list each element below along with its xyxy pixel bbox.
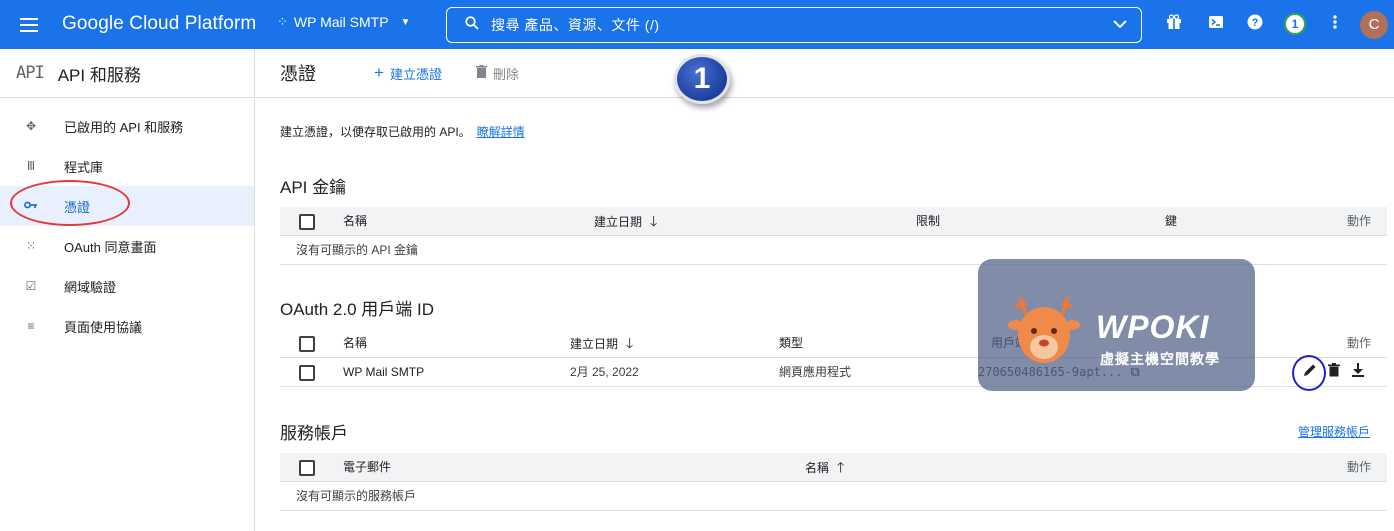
header-created[interactable]: 建立日期 🡓 (594, 207, 657, 237)
header-email[interactable]: 電子郵件 (343, 453, 391, 482)
api-keys-title: API 金鑰 (280, 178, 347, 197)
manage-service-accounts-link[interactable]: 管理服務帳戶 (1298, 423, 1370, 440)
table-header-row: 名稱 建立日期 🡓 限制 鍵 動作 (280, 207, 1387, 236)
brand-title[interactable]: Google Cloud Platform (62, 13, 256, 35)
header-created-label: 建立日期 (570, 337, 619, 351)
download-icon[interactable] (1349, 363, 1367, 380)
api-diamond-icon: ✥ (25, 119, 37, 133)
search-icon (465, 16, 479, 34)
header-actions: 動作 (1346, 336, 1371, 350)
domain-check-icon: ☑ (25, 279, 37, 293)
select-all-checkbox[interactable] (299, 214, 315, 230)
header-type[interactable]: 類型 (779, 329, 803, 358)
plus-icon: + (374, 63, 384, 82)
create-credentials-label: 建立憑證 (389, 66, 442, 82)
select-all-checkbox[interactable] (299, 336, 315, 352)
table-header-row: 電子郵件 名稱 🡑 動作 (280, 453, 1387, 482)
header-name[interactable]: 名稱 (343, 329, 367, 358)
header-actions: 動作 (1346, 460, 1371, 474)
header-restrictions[interactable]: 限制 (916, 207, 940, 236)
api-logo-icon: API (16, 63, 45, 83)
header-actions: 動作 (1346, 214, 1371, 228)
delete-button[interactable]: 刪除 (475, 64, 519, 83)
create-credentials-button[interactable]: + 建立憑證 (374, 63, 442, 83)
step-number-badge: 1 (674, 54, 730, 104)
sidebar-item-label: 頁面使用協議 (64, 319, 143, 335)
avatar[interactable]: C (1360, 11, 1388, 39)
service-accounts-title: 服務帳戶 (280, 424, 348, 443)
help-icon[interactable]: ? (1245, 14, 1265, 34)
api-keys-table: 名稱 建立日期 🡓 限制 鍵 動作 沒有可顯示的 API 金鑰 (280, 207, 1387, 265)
header-created-label: 建立日期 (594, 215, 643, 229)
settings-list-icon: ≡ (27, 319, 35, 333)
learn-more-link[interactable]: 瞭解詳情 (477, 125, 525, 139)
intro-text: 建立憑證，以便存取已啟用的 API。 瞭解詳情 (280, 123, 525, 140)
highlight-circle-annotation (1292, 355, 1326, 391)
sidebar-item-library[interactable]: Ⅲ 程式庫 (0, 146, 254, 186)
trash-icon (475, 65, 487, 81)
sidebar-item-page-usage-agreements[interactable]: ≡ 頁面使用協議 (0, 306, 254, 346)
page-title: 憑證 (280, 64, 316, 84)
project-name: WP Mail SMTP (293, 14, 389, 30)
header-name[interactable]: 名稱 (343, 207, 367, 236)
delete-trash-icon[interactable] (1325, 363, 1343, 380)
sidebar-item-oauth-consent[interactable]: ⁙ OAuth 同意畫面 (0, 226, 254, 266)
sidebar-item-label: OAuth 同意畫面 (64, 239, 157, 255)
empty-row: 沒有可顯示的服務帳戶 (280, 482, 1387, 511)
page-header: 憑證 + 建立憑證 刪除 (256, 49, 1394, 98)
search-placeholder: 搜尋 產品、資源、文件 (/) (491, 17, 660, 33)
header-name-label: 名稱 (805, 461, 830, 475)
arrow-down-icon: 🡓 (650, 213, 658, 229)
notifications-badge[interactable]: 1 (1284, 13, 1306, 35)
row-checkbox[interactable] (299, 365, 315, 381)
search-expand-chevron-icon[interactable] (1113, 16, 1127, 32)
delete-label: 刪除 (492, 66, 519, 82)
watermark-subtitle: 虛擬主機空間教學 (1100, 351, 1220, 367)
sidebar-header: API API 和服務 (0, 49, 254, 98)
more-vert-icon[interactable] (1325, 14, 1345, 34)
highlight-oval-annotation (10, 180, 130, 226)
deer-mascot-icon (1008, 296, 1080, 363)
svg-text:?: ? (1252, 17, 1259, 29)
project-selector[interactable]: ⁘ WP Mail SMTP ▼ (277, 14, 410, 30)
sidebar-item-enabled-apis[interactable]: ✥ 已啟用的 API 和服務 (0, 106, 254, 146)
project-dots-icon: ⁘ (277, 14, 288, 29)
sidebar-title: API 和服務 (57, 65, 141, 85)
oauth-title: OAuth 2.0 用戶端 ID (280, 300, 434, 319)
select-all-checkbox[interactable] (299, 460, 315, 476)
hamburger-menu-icon[interactable] (14, 12, 44, 38)
sidebar-item-label: 程式庫 (64, 159, 104, 175)
watermark-logo: WPOKI 虛擬主機空間教學 (978, 259, 1255, 391)
intro-description: 建立憑證，以便存取已啟用的 API。 (280, 125, 471, 139)
header-key[interactable]: 鍵 (1165, 207, 1177, 236)
header-name[interactable]: 名稱 🡑 (805, 453, 844, 483)
sidebar: API API 和服務 ✥ 已啟用的 API 和服務 Ⅲ 程式庫 憑證 ⁙ OA… (0, 49, 255, 531)
chevron-down-icon: ▼ (400, 16, 411, 28)
top-app-bar: Google Cloud Platform ⁘ WP Mail SMTP ▼ 搜… (0, 0, 1394, 49)
client-name[interactable]: WP Mail SMTP (343, 358, 424, 387)
sidebar-item-label: 已啟用的 API 和服務 (64, 119, 184, 135)
client-created-date: 2月 25, 2022 (570, 365, 639, 379)
sidebar-item-domain-verification[interactable]: ☑ 網域驗證 (0, 266, 254, 306)
oauth-dots-icon: ⁙ (25, 239, 37, 253)
arrow-up-icon: 🡑 (837, 459, 845, 475)
sidebar-item-label: 網域驗證 (64, 279, 117, 295)
empty-message: 沒有可顯示的 API 金鑰 (296, 243, 419, 257)
library-icon: Ⅲ (26, 159, 36, 173)
service-accounts-table: 電子郵件 名稱 🡑 動作 沒有可顯示的服務帳戶 (280, 453, 1387, 511)
gift-icon[interactable] (1164, 14, 1184, 34)
watermark-title: WPOKI (1096, 309, 1210, 345)
header-created[interactable]: 建立日期 🡓 (570, 329, 633, 359)
client-type: 網頁應用程式 (779, 365, 852, 379)
arrow-down-icon: 🡓 (626, 335, 634, 351)
cloud-shell-icon[interactable] (1206, 14, 1226, 34)
empty-message: 沒有可顯示的服務帳戶 (296, 489, 417, 503)
search-box[interactable]: 搜尋 產品、資源、文件 (/) (446, 7, 1142, 43)
